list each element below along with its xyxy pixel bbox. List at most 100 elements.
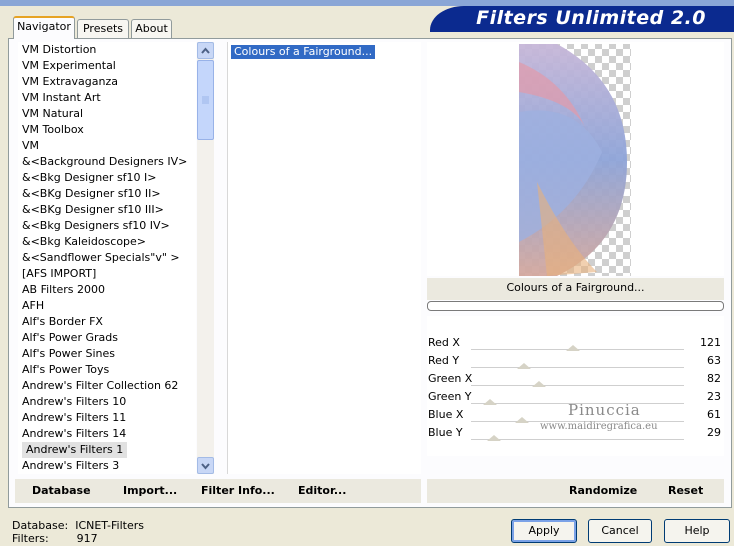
category-item[interactable]: &<Bkg Designers sf10 IV> bbox=[18, 218, 196, 234]
category-item[interactable]: VM Instant Art bbox=[18, 90, 196, 106]
slider-knob[interactable] bbox=[515, 417, 530, 423]
slider-value: 121 bbox=[700, 336, 721, 349]
help-button[interactable]: Help bbox=[664, 519, 730, 543]
progress-bar bbox=[427, 301, 724, 311]
category-label: VM Toolbox bbox=[22, 123, 84, 136]
slider-track[interactable] bbox=[471, 367, 684, 368]
category-label: VM bbox=[22, 139, 40, 152]
watermark-url: www.maidiregrafica.eu bbox=[540, 421, 658, 432]
category-item[interactable]: VM Natural bbox=[18, 106, 196, 122]
category-label: Alf's Power Toys bbox=[22, 363, 110, 376]
tab-about[interactable]: About bbox=[131, 19, 172, 38]
category-label: &<Sandflower Specials"v" > bbox=[22, 251, 180, 264]
import-button[interactable]: Import... bbox=[123, 484, 177, 497]
category-item[interactable]: [AFS IMPORT] bbox=[18, 266, 196, 282]
category-label: Andrew's Filters 3 bbox=[22, 459, 120, 472]
slider-track[interactable] bbox=[471, 439, 684, 440]
category-item[interactable]: &<BKg Designer sf10 II> bbox=[18, 186, 196, 202]
category-label: VM Extravaganza bbox=[22, 75, 119, 88]
slider-label: Red Y bbox=[428, 354, 460, 367]
category-label: AB Filters 2000 bbox=[22, 283, 106, 296]
tab-presets[interactable]: Presets bbox=[77, 19, 129, 38]
brand-banner: Filters Unlimited 2.0 bbox=[430, 6, 734, 32]
slider-knob[interactable] bbox=[517, 363, 532, 369]
filters-value: 917 bbox=[76, 532, 98, 545]
category-item[interactable]: Andrew's Filters 11 bbox=[18, 410, 196, 426]
scroll-up-button[interactable] bbox=[197, 42, 214, 59]
category-item[interactable]: VM bbox=[18, 138, 196, 154]
right-button-bar: Randomize Reset bbox=[427, 479, 724, 503]
category-item[interactable]: Alf's Power Sines bbox=[18, 346, 196, 362]
slider-knob[interactable] bbox=[483, 399, 498, 405]
category-label: &<Bkg Kaleidoscope> bbox=[22, 235, 147, 248]
category-label: Andrew's Filters 11 bbox=[22, 411, 127, 424]
tab-navigator[interactable]: Navigator bbox=[13, 16, 75, 39]
category-item[interactable]: &<Sandflower Specials"v" > bbox=[18, 250, 196, 266]
grip-icon bbox=[202, 96, 209, 104]
category-item[interactable]: VM Distortion bbox=[18, 42, 196, 58]
category-label: Alf's Border FX bbox=[22, 315, 103, 328]
category-item[interactable]: Andrew's Filters 10 bbox=[18, 394, 196, 410]
category-scrollbar[interactable] bbox=[197, 42, 214, 474]
filter-list[interactable]: Colours of a Fairground... bbox=[227, 42, 421, 474]
category-label: VM Experimental bbox=[22, 59, 116, 72]
category-item[interactable]: VM Experimental bbox=[18, 58, 196, 74]
database-button[interactable]: Database bbox=[32, 484, 91, 497]
category-label: &<BKg Designer sf10 III> bbox=[22, 203, 164, 216]
slider-label: Blue X bbox=[428, 408, 464, 421]
category-label: AFH bbox=[22, 299, 45, 312]
category-label: VM Instant Art bbox=[22, 91, 101, 104]
randomize-button[interactable]: Randomize bbox=[569, 484, 637, 497]
filter-item-selected[interactable]: Colours of a Fairground... bbox=[231, 45, 376, 59]
chevron-up-icon bbox=[201, 47, 210, 54]
slider-row[interactable]: Green X 82 bbox=[427, 370, 724, 388]
apply-button[interactable]: Apply bbox=[511, 519, 577, 543]
category-item[interactable]: AFH bbox=[18, 298, 196, 314]
category-item[interactable]: &<Background Designers IV> bbox=[18, 154, 196, 170]
slider-knob[interactable] bbox=[566, 345, 581, 351]
slider-label: Blue Y bbox=[428, 426, 463, 439]
category-item[interactable]: Alf's Power Grads bbox=[18, 330, 196, 346]
slider-value: 82 bbox=[707, 372, 721, 385]
category-item[interactable]: Andrew's Filters 1 bbox=[18, 442, 196, 458]
slider-row[interactable]: Red X 121 bbox=[427, 334, 724, 352]
category-label: Andrew's Filters 1 bbox=[22, 442, 128, 458]
slider-knob[interactable] bbox=[487, 435, 502, 441]
category-label: Alf's Power Grads bbox=[22, 331, 118, 344]
filters-label: Filters: bbox=[12, 532, 49, 545]
category-label: VM Distortion bbox=[22, 43, 97, 56]
slider-label: Red X bbox=[428, 336, 460, 349]
category-item[interactable]: Andrew's Filters 14 bbox=[18, 426, 196, 442]
slider-label: Green Y bbox=[428, 390, 472, 403]
filter-info-button[interactable]: Filter Info... bbox=[201, 484, 275, 497]
category-item[interactable]: Andrew's Filter Collection 62 bbox=[18, 378, 196, 394]
category-item[interactable]: Alf's Border FX bbox=[18, 314, 196, 330]
category-label: &<Bkg Designer sf10 I> bbox=[22, 171, 157, 184]
slider-knob[interactable] bbox=[532, 381, 547, 387]
category-label: Andrew's Filters 10 bbox=[22, 395, 127, 408]
category-item[interactable]: &<Bkg Designer sf10 I> bbox=[18, 170, 196, 186]
slider-row[interactable]: Red Y 63 bbox=[427, 352, 724, 370]
category-label: &<BKg Designer sf10 II> bbox=[22, 187, 161, 200]
category-item[interactable]: Andrew's Filters 3 bbox=[18, 458, 196, 474]
category-label: Alf's Power Sines bbox=[22, 347, 115, 360]
watermark-name: Pinuccia bbox=[568, 401, 641, 419]
category-list[interactable]: VM Distortion VM Experimental VM Extravaga… bbox=[18, 42, 196, 474]
category-item[interactable]: &<BKg Designer sf10 III> bbox=[18, 202, 196, 218]
editor-button[interactable]: Editor... bbox=[298, 484, 346, 497]
reset-button[interactable]: Reset bbox=[668, 484, 703, 497]
cancel-button[interactable]: Cancel bbox=[588, 519, 652, 543]
category-label: &<Background Designers IV> bbox=[22, 155, 188, 168]
category-item[interactable]: VM Extravaganza bbox=[18, 74, 196, 90]
category-label: VM Natural bbox=[22, 107, 84, 120]
slider-label: Green X bbox=[428, 372, 473, 385]
category-item[interactable]: Alf's Power Toys bbox=[18, 362, 196, 378]
scroll-thumb[interactable] bbox=[197, 60, 214, 140]
category-item[interactable]: AB Filters 2000 bbox=[18, 282, 196, 298]
preview-caption: Colours of a Fairground... bbox=[427, 278, 724, 300]
scroll-down-button[interactable] bbox=[197, 457, 214, 474]
slider-value: 63 bbox=[707, 354, 721, 367]
slider-track[interactable] bbox=[471, 385, 684, 386]
category-item[interactable]: &<Bkg Kaleidoscope> bbox=[18, 234, 196, 250]
category-item[interactable]: VM Toolbox bbox=[18, 122, 196, 138]
